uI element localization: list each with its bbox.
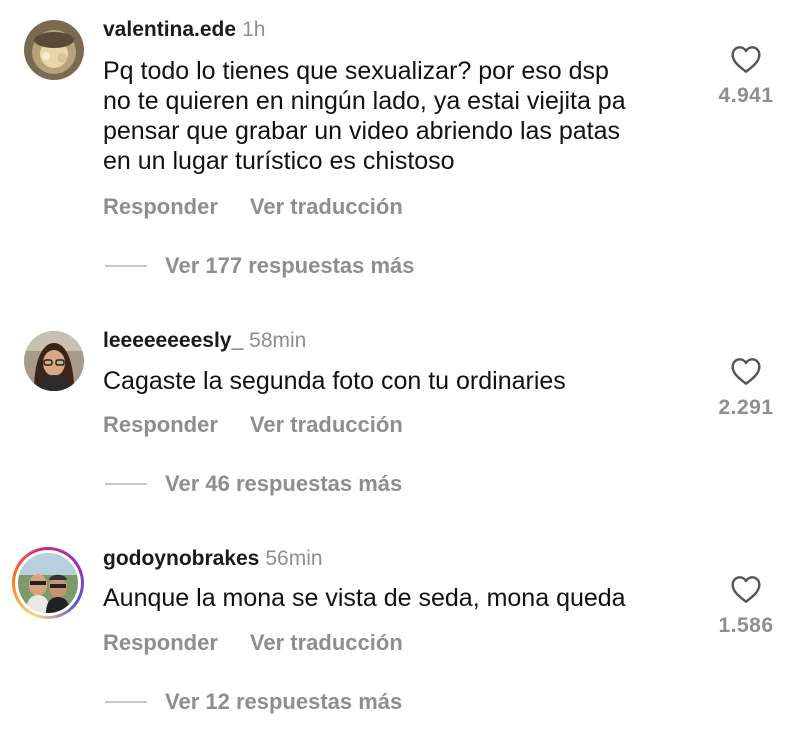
comment-text: Cagaste la segunda foto con tu ordinarie… [103,366,693,396]
comment-text: Pq todo lo tienes que sexualizar? por es… [103,56,693,176]
username[interactable]: leeeeeeeesly_ [103,329,243,352]
like-count: 4.941 [718,84,774,107]
timestamp: 1h [242,18,266,41]
comment-actions: Responder Ver traducción [103,194,435,220]
comment-header: valentina.ede 1h [103,17,265,43]
see-translation-button[interactable]: Ver traducción [250,412,403,437]
see-translation-button[interactable]: Ver traducción [250,194,403,219]
comment-text-line: Pq todo lo tienes que sexualizar? por es… [103,57,609,85]
view-replies-button[interactable]: Ver 177 respuestas más [105,253,415,279]
view-replies-label: Ver 12 respuestas más [165,689,403,714]
avatar-photo [24,20,84,80]
view-replies-label: Ver 46 respuestas más [165,471,403,496]
view-replies-button[interactable]: Ver 46 respuestas más [105,471,402,497]
comment-text-line: no te quieren en ningún lado, ya estai v… [103,87,626,115]
like-area: 2.291 [706,356,786,420]
like-count: 2.291 [718,396,774,419]
story-ring-inner [15,550,81,616]
replies-divider [105,265,147,267]
avatar[interactable] [24,20,84,80]
replies-divider [105,483,147,485]
comment-actions: Responder Ver traducción [103,412,435,438]
like-area: 1.586 [706,574,786,638]
comment-text-line: en un lugar turístico es chistoso [103,147,455,175]
username[interactable]: valentina.ede [103,18,236,41]
timestamp: 58min [249,329,307,352]
avatar-with-story-ring[interactable] [12,547,84,619]
avatar-photo [24,331,84,391]
heart-outline-icon[interactable] [730,574,762,604]
heart-outline-icon[interactable] [730,44,762,74]
view-replies-label: Ver 177 respuestas más [165,253,415,278]
comment-text-line: Cagaste la segunda foto con tu ordinarie… [103,367,566,395]
like-count: 1.586 [718,614,774,637]
avatar-photo [18,553,78,613]
reply-button[interactable]: Responder [103,630,218,655]
reply-button[interactable]: Responder [103,412,218,437]
timestamp: 56min [265,547,323,570]
heart-outline-icon[interactable] [730,356,762,386]
username[interactable]: godoynobrakes [103,547,259,570]
avatar [18,553,78,613]
like-area: 4.941 [706,44,786,108]
see-translation-button[interactable]: Ver traducción [250,630,403,655]
comment-header: leeeeeeeesly_ 58min [103,328,306,354]
comment-text: Aunque la mona se vista de seda, mona qu… [103,583,693,613]
replies-divider [105,701,147,703]
avatar[interactable] [24,331,84,391]
comment-text-line: pensar que grabar un video abriendo las … [103,117,621,145]
comment-header: godoynobrakes 56min [103,546,323,572]
comment-text-line: Aunque la mona se vista de seda, mona qu… [103,584,626,612]
view-replies-button[interactable]: Ver 12 respuestas más [105,689,402,715]
comment-actions: Responder Ver traducción [103,630,435,656]
reply-button[interactable]: Responder [103,194,218,219]
